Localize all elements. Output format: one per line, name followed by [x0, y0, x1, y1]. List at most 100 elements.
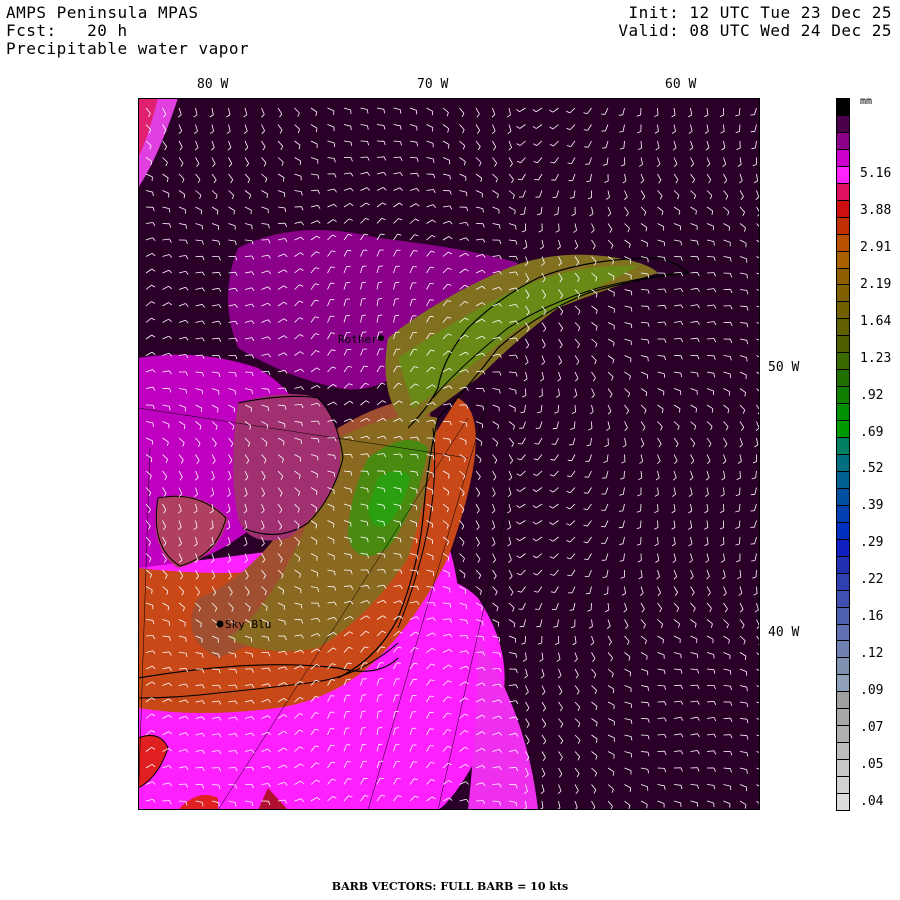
wind-barb-flag — [299, 160, 301, 165]
wind-barb — [426, 602, 434, 604]
wind-barb-flag — [630, 291, 633, 296]
wind-barb-flag — [519, 625, 524, 628]
colorbar-cell — [836, 708, 850, 727]
wind-barb-flag — [750, 130, 755, 133]
forecast-hour: Fcst: 20 h — [6, 21, 128, 40]
wind-barb-flag — [746, 769, 748, 774]
colorbar-label: 1.23 — [860, 350, 892, 366]
wind-barb — [492, 652, 500, 654]
wind-barb-flag — [464, 589, 467, 594]
colorbar-cell — [836, 555, 850, 574]
colorbar-units: mm — [860, 96, 873, 107]
wind-barb-flag — [696, 654, 699, 659]
colorbar-label: 3.88 — [860, 203, 892, 219]
colorbar-cell — [836, 657, 850, 676]
wind-barb — [623, 470, 625, 479]
colorbar-cell — [836, 742, 850, 761]
wind-barb — [755, 569, 757, 578]
wind-barb-flag — [266, 424, 269, 429]
colorbar-cell — [836, 182, 850, 201]
wind-barb — [244, 255, 253, 257]
station-marker-sky-blu[interactable] — [216, 620, 224, 628]
wind-barb-flag — [431, 523, 433, 528]
wind-barb — [145, 635, 154, 637]
colorbar-label: .12 — [860, 645, 884, 661]
colorbar-cell — [836, 454, 850, 472]
wind-barb-flag — [536, 625, 541, 628]
colorbar-cell — [836, 352, 850, 371]
colorbar-cell — [836, 470, 850, 489]
model-title: AMPS Peninsula MPAS — [6, 3, 199, 22]
wind-barb — [178, 783, 187, 785]
colorbar-cell — [836, 318, 850, 337]
wind-barb — [228, 767, 236, 769]
barb-legend: BARB VECTORS: FULL BARB = 10 kts — [331, 880, 569, 893]
wind-barb-flag — [152, 192, 154, 197]
wind-barb-flag — [618, 526, 623, 529]
wind-barb — [657, 288, 665, 290]
wind-barb — [706, 338, 715, 340]
colorbar-cell — [836, 589, 850, 608]
colorbar-label: .92 — [860, 387, 884, 403]
wind-barb-flag — [750, 493, 755, 496]
colorbar-cell — [836, 793, 850, 811]
colorbar-label: .04 — [860, 793, 884, 809]
wind-barb — [310, 420, 319, 422]
colorbar-cell — [836, 98, 850, 116]
wind-barb-flag — [167, 606, 169, 611]
colorbar-cell — [836, 131, 850, 150]
colorbar-label: .07 — [860, 719, 884, 735]
colorbar-cell — [836, 165, 850, 184]
wind-barb-flag — [429, 315, 434, 318]
wind-barb — [624, 454, 626, 462]
wind-barb-flag — [396, 662, 401, 664]
colorbar-cell — [836, 233, 850, 252]
wind-barb-flag — [218, 654, 220, 659]
field-name: Precipitable water vapor — [6, 39, 250, 58]
wind-barb — [739, 124, 741, 132]
colorbar-label: .69 — [860, 424, 884, 440]
wind-barb-flag — [399, 109, 402, 114]
wind-barb — [228, 684, 236, 686]
lon-label-50w: 50 W — [768, 360, 800, 375]
colorbar-cell — [836, 640, 850, 659]
header-right: Init: 12 UTC Tue 23 Dec 25 Valid: 08 UTC … — [618, 4, 892, 40]
header-left: AMPS Peninsula MPAS Fcst: 20 h Precipitabl… — [6, 4, 249, 58]
colorbar-label: 2.91 — [860, 240, 892, 256]
colorbar-cell — [836, 148, 850, 167]
colorbar-label: 5.16 — [860, 166, 892, 182]
colorbar-cell — [836, 759, 850, 778]
colorbar-cell — [836, 691, 850, 710]
wind-barb-flag — [201, 390, 204, 395]
colorbar-cell — [836, 369, 850, 388]
wind-barb — [211, 668, 220, 670]
wind-barb-flag — [396, 778, 401, 780]
station-label-sky-blu: Sky Blu — [225, 618, 272, 631]
wind-barb-flag — [647, 357, 649, 362]
colorbar-cell — [836, 267, 850, 286]
wind-barb — [574, 404, 576, 413]
wind-barb-flag — [395, 281, 400, 284]
wind-barb — [640, 289, 649, 291]
lon-label-80w: 80 W — [197, 77, 229, 92]
colorbar-cell — [836, 420, 850, 439]
colorbar-cell — [836, 538, 850, 557]
lon-label-60w: 60 W — [665, 77, 697, 92]
colorbar-cell — [836, 725, 850, 744]
wind-barb-flag — [283, 441, 285, 446]
wind-barb — [162, 651, 170, 653]
wind-barb-flag — [218, 802, 220, 807]
map-panel[interactable] — [138, 98, 760, 810]
wind-barb-flag — [514, 210, 516, 215]
colorbar-cell — [836, 504, 850, 523]
colorbar-cell — [836, 199, 850, 218]
init-time: Init: 12 UTC Tue 23 Dec 25 — [628, 3, 892, 22]
wind-barb-flag — [646, 655, 648, 660]
wind-barb-flag — [585, 592, 590, 595]
wind-barb-flag — [630, 324, 633, 329]
colorbar-cell — [836, 437, 850, 455]
colorbar-cell — [836, 301, 850, 320]
wind-barb-flag — [567, 459, 572, 462]
colorbar — [836, 98, 850, 811]
station-marker-rother[interactable] — [378, 335, 384, 341]
